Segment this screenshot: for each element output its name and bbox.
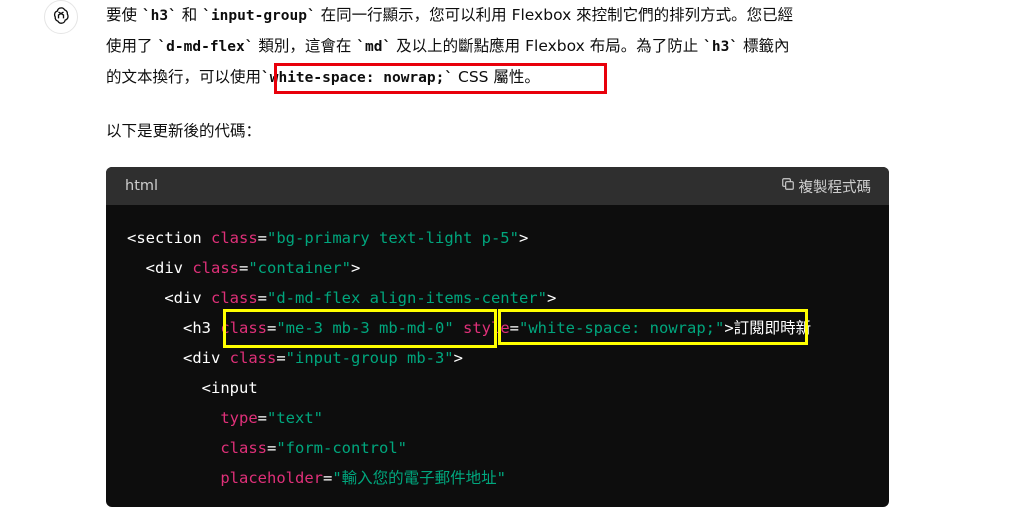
- code-token: <section: [127, 229, 211, 247]
- inline-code: `input-group`: [202, 8, 316, 24]
- code-token: type: [220, 409, 258, 427]
- code-token: =: [257, 289, 268, 307]
- paragraph-line: 要使 `h3` 和 `input-group` 在同一行顯示，您可以利用 Fle…: [106, 0, 896, 31]
- code-token: =: [267, 439, 277, 457]
- code-token: <div: [127, 349, 230, 367]
- code-token: =: [239, 259, 249, 277]
- inline-code: `d-md-flex`: [157, 39, 254, 55]
- code-line: <div class="container">: [127, 253, 868, 283]
- code-token: class: [211, 229, 258, 247]
- intro-paragraph: 以下是更新後的代碼：: [106, 122, 262, 140]
- highlight-box-yellow-style: [498, 309, 808, 345]
- code-token: "bg-primary text-light p-5": [267, 229, 519, 247]
- highlight-box-red: [274, 63, 607, 94]
- code-token: class: [192, 259, 239, 277]
- code-line: placeholder="輸入您的電子郵件地址": [127, 463, 868, 493]
- code-token: >: [453, 349, 463, 367]
- code-line: <section class="bg-primary text-light p-…: [127, 223, 868, 253]
- code-line: type="text": [127, 403, 868, 433]
- line-text: 及以上的斷點應用 Flexbox 布局。為了防止: [391, 37, 704, 55]
- copy-code-label: 複製程式碼: [798, 179, 872, 196]
- line-text: 類別，這會在: [253, 37, 357, 55]
- code-header: html 複製程式碼: [106, 167, 889, 205]
- line-text: 使用了: [106, 37, 158, 55]
- openai-logo-icon: [51, 5, 71, 29]
- copy-code-button[interactable]: 複製程式碼: [781, 176, 872, 197]
- line-text: 和: [176, 6, 203, 24]
- code-token: "form-control": [276, 439, 407, 457]
- code-token: placeholder: [220, 469, 323, 487]
- paragraph-line: 使用了 `d-md-flex` 類別，這會在 `md` 及以上的斷點應用 Fle…: [106, 31, 896, 62]
- inline-code: `h3`: [703, 39, 739, 55]
- inline-code: `h3`: [141, 8, 177, 24]
- code-token: =: [257, 229, 268, 247]
- code-token: class: [220, 439, 267, 457]
- line-text: 的文本換行，可以使用: [106, 68, 262, 86]
- copy-icon: [781, 177, 795, 195]
- line-text: 要使: [106, 6, 142, 24]
- code-token: <div: [127, 259, 193, 277]
- code-token: <input: [127, 379, 258, 397]
- code-language-label: html: [125, 178, 159, 194]
- code-token: =: [322, 469, 333, 487]
- code-line: class="form-control": [127, 433, 868, 463]
- highlight-box-yellow-class: [223, 309, 497, 348]
- code-token: "輸入您的電子郵件地址": [332, 469, 506, 487]
- code-token: >: [546, 289, 557, 307]
- inline-code: `md`: [356, 39, 392, 55]
- code-token: =: [257, 409, 267, 427]
- code-line: <input: [127, 373, 868, 403]
- code-token: "input-group mb-3": [285, 349, 454, 367]
- code-token: <div: [127, 289, 211, 307]
- code-token: class: [211, 289, 258, 307]
- code-token: >: [518, 229, 529, 247]
- line-text: 標籤內: [738, 37, 790, 55]
- code-token: =: [276, 349, 286, 367]
- code-token: class: [229, 349, 277, 367]
- code-token: "d-md-flex align-items-center": [267, 289, 547, 307]
- line-text: 在同一行顯示，您可以利用 Flexbox 來控制它們的排列方式。您已經: [315, 6, 794, 24]
- code-token: "text": [267, 409, 323, 427]
- code-token: >: [351, 259, 361, 277]
- code-token: "container": [248, 259, 351, 277]
- assistant-avatar: [44, 0, 78, 34]
- code-token: <h3: [127, 319, 221, 337]
- code-content[interactable]: <section class="bg-primary text-light p-…: [106, 205, 889, 493]
